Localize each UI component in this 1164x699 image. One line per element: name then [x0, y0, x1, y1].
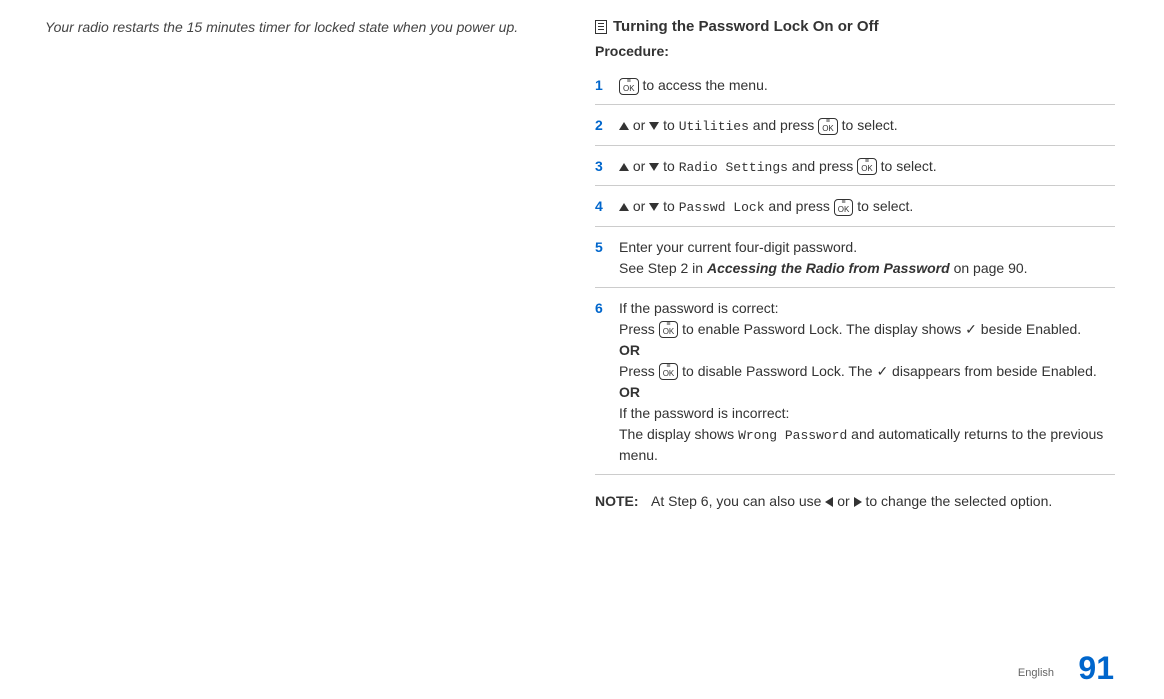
beside-text: beside Enabled. — [977, 321, 1081, 337]
and-press-text: and press — [765, 198, 834, 214]
to-text: to — [659, 158, 678, 174]
or-text: or — [629, 198, 649, 214]
note-body: At Step 6, you can also use or to change… — [651, 491, 1052, 512]
step-body: Enter your current four-digit password. … — [619, 237, 1115, 279]
or-text: or — [629, 117, 649, 133]
step-number: 5 — [595, 237, 619, 258]
ok-button-icon: OK — [659, 363, 679, 380]
step-body: OK to access the menu. — [619, 75, 1115, 96]
page-ref: on page 90. — [950, 260, 1028, 276]
step-6: 6 If the password is correct: Press OK t… — [595, 292, 1115, 476]
intro-text: If the password is correct: — [619, 300, 779, 316]
right-column: Turning the Password Lock On or Off Proc… — [595, 18, 1115, 512]
wrong-password-msg: Wrong Password — [738, 428, 847, 443]
press2-text: Press — [619, 363, 659, 379]
ok-button-icon: OK — [857, 158, 877, 175]
menu-name: Passwd Lock — [679, 200, 765, 215]
step-number: 2 — [595, 115, 619, 136]
arrow-right-icon — [854, 497, 862, 507]
arrow-down-icon — [649, 163, 659, 171]
step-number: 1 — [595, 75, 619, 96]
note-section: NOTE: At Step 6, you can also use or to … — [595, 491, 1115, 512]
page-number: 91 — [1078, 650, 1114, 687]
arrow-up-icon — [619, 122, 629, 130]
disappears-text: disappears from beside Enabled. — [888, 363, 1097, 379]
menu-name: Radio Settings — [679, 160, 788, 175]
reference-link: Accessing the Radio from Password — [707, 260, 950, 276]
wrong1-text: The display shows — [619, 426, 738, 442]
english-label: English — [1018, 667, 1054, 679]
step-body: or to Radio Settings and press OK to sel… — [619, 156, 1115, 178]
procedure-label: Procedure: — [595, 43, 1115, 59]
note-text2: to change the selected option. — [862, 493, 1053, 509]
to-text: to — [659, 198, 678, 214]
ok-button-icon: OK — [818, 118, 838, 135]
disable-text: to disable Password Lock. The — [678, 363, 876, 379]
note-or: or — [833, 493, 853, 509]
step-2: 2 or to Utilities and press OK to select… — [595, 109, 1115, 146]
step-number: 4 — [595, 196, 619, 217]
step-1: 1 OK to access the menu. — [595, 69, 1115, 105]
to-text: to — [659, 117, 678, 133]
step-body: If the password is correct: Press OK to … — [619, 298, 1115, 467]
locked-state-note: Your radio restarts the 15 minutes timer… — [45, 18, 525, 38]
note-text1: At Step 6, you can also use — [651, 493, 825, 509]
step-line1: Enter your current four-digit password. — [619, 239, 857, 255]
check-icon: ✓ — [876, 363, 888, 379]
arrow-down-icon — [649, 203, 659, 211]
and-press-text: and press — [749, 117, 818, 133]
left-column: Your radio restarts the 15 minutes timer… — [45, 18, 525, 38]
check-icon: ✓ — [965, 321, 977, 337]
ok-button-icon: OK — [659, 321, 679, 338]
step-body: or to Passwd Lock and press OK to select… — [619, 196, 1115, 218]
arrow-up-icon — [619, 163, 629, 171]
and-press-text: and press — [788, 158, 857, 174]
step-3: 3 or to Radio Settings and press OK to s… — [595, 150, 1115, 187]
arrow-down-icon — [649, 122, 659, 130]
or-label: OR — [619, 384, 640, 400]
ok-button-icon: OK — [619, 78, 639, 95]
step-number: 6 — [595, 298, 619, 319]
step-5: 5 Enter your current four-digit password… — [595, 231, 1115, 288]
step-body: or to Utilities and press OK to select. — [619, 115, 1115, 137]
menu-name: Utilities — [679, 119, 749, 134]
incorrect-text: If the password is incorrect: — [619, 405, 789, 421]
select-text: to select. — [838, 117, 898, 133]
enable-text: to enable Password Lock. The display sho… — [678, 321, 965, 337]
arrow-up-icon — [619, 203, 629, 211]
title-text: Turning the Password Lock On or Off — [613, 18, 879, 35]
step-4: 4 or to Passwd Lock and press OK to sele… — [595, 190, 1115, 227]
select-text: to select. — [853, 198, 913, 214]
press-text: Press — [619, 321, 659, 337]
note-label: NOTE: — [595, 491, 651, 512]
or-text: or — [629, 158, 649, 174]
document-icon — [595, 20, 607, 34]
step-number: 3 — [595, 156, 619, 177]
or-label: OR — [619, 342, 640, 358]
section-title: Turning the Password Lock On or Off — [595, 18, 1115, 35]
step-text: to access the menu. — [639, 77, 768, 93]
ok-button-icon: OK — [834, 199, 854, 216]
see-text: See Step 2 in — [619, 260, 707, 276]
select-text: to select. — [877, 158, 937, 174]
